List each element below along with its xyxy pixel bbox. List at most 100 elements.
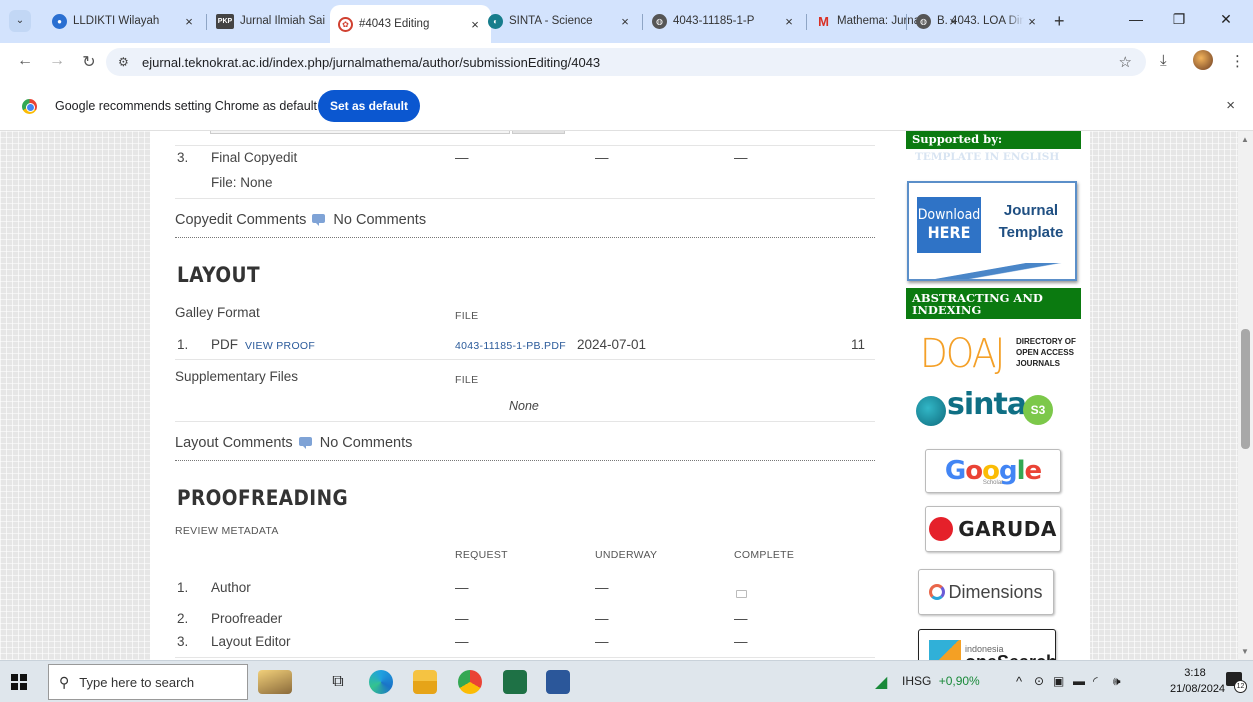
search-icon: ⚲ <box>59 673 70 690</box>
layout-comments[interactable]: Layout Comments No Comments <box>175 435 412 451</box>
notification-center-icon[interactable]: 12 <box>1226 672 1247 693</box>
doaj-line2: OPEN ACCESS <box>1016 348 1074 357</box>
clock-time: 3:18 <box>1184 667 1206 679</box>
garuda-logo[interactable]: GARUDA <box>925 506 1061 552</box>
tab-title: #4043 Editing <box>359 18 430 30</box>
url-text[interactable]: ejurnal.teknokrat.ac.id/index.php/jurnal… <box>142 55 600 70</box>
doaj-line1: DIRECTORY OF <box>1016 337 1076 346</box>
proof-row-underway: — <box>595 611 609 626</box>
tray-app-icon[interactable]: ⊙ <box>1034 674 1044 688</box>
onesearch-logo[interactable]: indonesia oneSearch <box>918 629 1057 660</box>
profile-avatar[interactable] <box>1193 50 1213 70</box>
galley-file-link[interactable]: 4043-11185-1-PB.PDF <box>455 340 566 352</box>
windows-start-icon[interactable] <box>11 674 27 690</box>
new-tab-button[interactable]: + <box>1054 11 1065 32</box>
sinta-s3-badge: S3 <box>1023 395 1053 425</box>
copyedit-comments-label[interactable]: Copyedit Comments <box>175 212 306 228</box>
infobar-close-icon[interactable]: × <box>1226 97 1235 114</box>
upload-file-field[interactable] <box>210 131 510 134</box>
journal-template-text: Journal Template <box>991 200 1071 244</box>
taskbar-clock[interactable]: 3:18 21/08/2024 <box>1170 665 1225 697</box>
comment-bubble-icon[interactable] <box>312 214 326 226</box>
tab-close-icon[interactable]: × <box>1024 14 1040 29</box>
tray-display-icon[interactable]: ▣ <box>1053 674 1064 688</box>
sinta-globe-icon <box>916 396 946 426</box>
supported-by-bar: Supported by: <box>906 131 1081 149</box>
section-divider <box>175 460 875 461</box>
journal-template-banner[interactable]: Download HERE Journal Template <box>907 181 1077 281</box>
scroll-up-icon[interactable]: ▲ <box>1241 135 1249 144</box>
menu-kebab-icon[interactable]: ⋮ <box>1230 52 1245 70</box>
file-explorer-icon[interactable] <box>413 670 437 694</box>
google-scholar-logo[interactable]: Google Scholar <box>925 449 1061 493</box>
pelican-cortana-icon[interactable] <box>258 670 292 694</box>
task-view-icon[interactable]: ⧉ <box>326 670 350 694</box>
taskbar-search-box[interactable]: ⚲ Type here to search <box>48 664 248 700</box>
download-here-badge[interactable]: Download HERE <box>917 197 981 253</box>
proof-col-underway: UNDERWAY <box>595 549 658 561</box>
browser-toolbar: ← → ↻ ⚙ ejurnal.teknokrat.ac.id/index.ph… <box>0 43 1253 81</box>
sinta-wordmark: sinta <box>947 387 1027 422</box>
scrollbar-thumb[interactable] <box>1241 329 1250 449</box>
tab-separator <box>642 14 643 30</box>
back-arrow-icon[interactable]: ← <box>14 52 36 70</box>
row-divider <box>175 421 875 422</box>
proof-row-label: Proofreader <box>211 611 283 626</box>
tab-close-icon[interactable]: × <box>181 14 197 29</box>
tab-loa[interactable]: ◍ B. 4043. LOA Din × <box>908 7 1048 35</box>
review-metadata-link[interactable]: REVIEW METADATA <box>175 525 279 537</box>
page-scrollbar[interactable]: ▲ ▼ <box>1238 131 1253 660</box>
gmail-favicon-icon: M <box>818 13 829 29</box>
forward-arrow-icon[interactable]: → <box>46 52 68 70</box>
edge-browser-icon[interactable] <box>369 670 393 694</box>
galley-row-format: PDF <box>211 337 238 352</box>
supplementary-file-col: FILE <box>455 374 479 386</box>
tab-4043-editing[interactable]: ✿ #4043 Editing × <box>330 5 491 43</box>
proof-row-num: 1. <box>177 580 189 595</box>
ihsg-widget[interactable]: IHSG +0,90% <box>902 674 980 688</box>
window-close-icon[interactable]: ✕ <box>1211 11 1241 28</box>
restore-icon[interactable]: ❐ <box>1164 11 1194 28</box>
tab-search-chevron-icon[interactable]: ⌄ <box>9 10 31 32</box>
tab-close-icon[interactable]: × <box>617 14 633 29</box>
proof-row-request: — <box>455 580 469 595</box>
download-icon[interactable]: ⤓ <box>1160 52 1167 69</box>
wifi-icon[interactable]: ◜ <box>1093 674 1098 688</box>
dimensions-logo[interactable]: Dimensions <box>918 569 1054 615</box>
search-placeholder: Type here to search <box>79 674 195 690</box>
tab-sinta[interactable]: ◐ SINTA - Science × <box>480 7 641 35</box>
scroll-down-icon[interactable]: ▼ <box>1241 647 1249 656</box>
doaj-logo[interactable]: DOAJ DIRECTORY OF OPEN ACCESS JOURNALS <box>920 331 1080 377</box>
reload-icon[interactable]: ↻ <box>78 52 100 72</box>
tray-chevron-icon[interactable]: ^ <box>1016 674 1022 689</box>
chrome-taskbar-icon[interactable] <box>458 670 482 694</box>
tab-close-icon[interactable]: × <box>781 14 797 29</box>
copyedit-comments[interactable]: Copyedit Comments No Comments <box>175 212 426 228</box>
tab-4043-file[interactable]: ◍ 4043-11185-1-P × <box>644 7 805 35</box>
set-as-default-button[interactable]: Set as default <box>318 90 420 122</box>
upload-button[interactable] <box>512 131 565 134</box>
view-proof-link[interactable]: VIEW PROOF <box>245 340 315 352</box>
tab-lldikti[interactable]: ● LLDIKTI Wilayah × <box>44 7 205 35</box>
word-icon[interactable] <box>546 670 570 694</box>
site-settings-icon[interactable]: ⚙ <box>118 55 136 69</box>
sinta-logo[interactable]: sinta S3 <box>916 387 1076 433</box>
address-bar[interactable]: ⚙ ejurnal.teknokrat.ac.id/index.php/jurn… <box>106 48 1146 76</box>
battery-icon[interactable]: ▬ <box>1073 674 1085 688</box>
tab-title: B. 4043. LOA Din <box>937 15 1024 27</box>
tab-title: 4043-11185-1-P <box>673 15 755 27</box>
proof-row-label: Author <box>211 580 251 595</box>
excel-icon[interactable] <box>503 670 527 694</box>
default-browser-infobar: Google recommends setting Chrome as defa… <box>0 81 1253 131</box>
proof-row-request: — <box>455 611 469 626</box>
volume-icon[interactable]: 🕪 <box>1113 674 1121 689</box>
comment-bubble-icon[interactable] <box>298 437 312 449</box>
bookmark-star-icon[interactable]: ☆ <box>1119 53 1132 71</box>
envelope-icon[interactable] <box>736 590 747 598</box>
layout-comments-label[interactable]: Layout Comments <box>175 435 293 451</box>
proof-row-num: 3. <box>177 634 189 649</box>
lldikti-favicon-icon: ● <box>52 13 67 29</box>
minimize-icon[interactable]: — <box>1121 11 1151 27</box>
proof-row-underway: — <box>595 580 609 595</box>
here-text: HERE <box>927 223 971 242</box>
